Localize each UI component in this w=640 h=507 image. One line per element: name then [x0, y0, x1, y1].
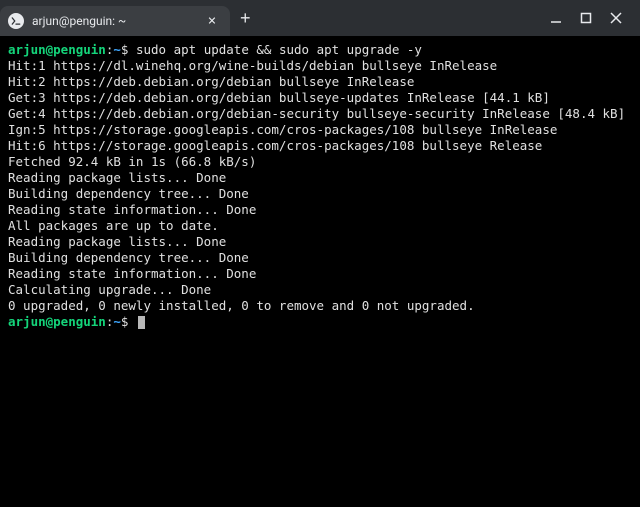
prompt-path: ~: [113, 314, 121, 329]
titlebar: arjun@penguin: ~ × +: [0, 0, 640, 36]
output-line: Get:4 https://deb.debian.org/debian-secu…: [8, 106, 632, 122]
terminal-body[interactable]: arjun@penguin:~$ sudo apt update && sudo…: [0, 36, 640, 507]
window-controls: [548, 10, 632, 26]
tab-title: arjun@penguin: ~: [32, 14, 196, 28]
output-line: Building dependency tree... Done: [8, 250, 632, 266]
minimize-icon[interactable]: [548, 10, 564, 26]
output-line: Reading state information... Done: [8, 266, 632, 282]
terminal-icon: [8, 13, 24, 29]
output-line: Reading state information... Done: [8, 202, 632, 218]
output-line: Hit:2 https://deb.debian.org/debian bull…: [8, 74, 632, 90]
output-line: Fetched 92.4 kB in 1s (66.8 kB/s): [8, 154, 632, 170]
output-line: Calculating upgrade... Done: [8, 282, 632, 298]
prompt-line-2: arjun@penguin:~$: [8, 314, 145, 329]
prompt-user-host: arjun@penguin: [8, 42, 106, 57]
output-line: Reading package lists... Done: [8, 170, 632, 186]
output-line: Ign:5 https://storage.googleapis.com/cro…: [8, 122, 632, 138]
output-block: Hit:1 https://dl.winehq.org/wine-builds/…: [8, 58, 632, 314]
prompt-end: $: [121, 314, 129, 329]
prompt-path: ~: [113, 42, 121, 57]
command-text: sudo apt update && sudo apt upgrade -y: [136, 42, 422, 57]
prompt-end: $: [121, 42, 129, 57]
output-line: Hit:6 https://storage.googleapis.com/cro…: [8, 138, 632, 154]
prompt-user-host: arjun@penguin: [8, 314, 106, 329]
new-tab-button[interactable]: +: [240, 9, 251, 27]
output-line: All packages are up to date.: [8, 218, 632, 234]
maximize-icon[interactable]: [578, 10, 594, 26]
output-line: Hit:1 https://dl.winehq.org/wine-builds/…: [8, 58, 632, 74]
tab[interactable]: arjun@penguin: ~ ×: [0, 6, 230, 36]
output-line: 0 upgraded, 0 newly installed, 0 to remo…: [8, 298, 632, 314]
output-line: Building dependency tree... Done: [8, 186, 632, 202]
close-icon[interactable]: [608, 10, 624, 26]
prompt-line: arjun@penguin:~$ sudo apt update && sudo…: [8, 42, 422, 57]
cursor-block: [138, 316, 145, 329]
tab-close-icon[interactable]: ×: [204, 14, 220, 28]
output-line: Reading package lists... Done: [8, 234, 632, 250]
output-line: Get:3 https://deb.debian.org/debian bull…: [8, 90, 632, 106]
